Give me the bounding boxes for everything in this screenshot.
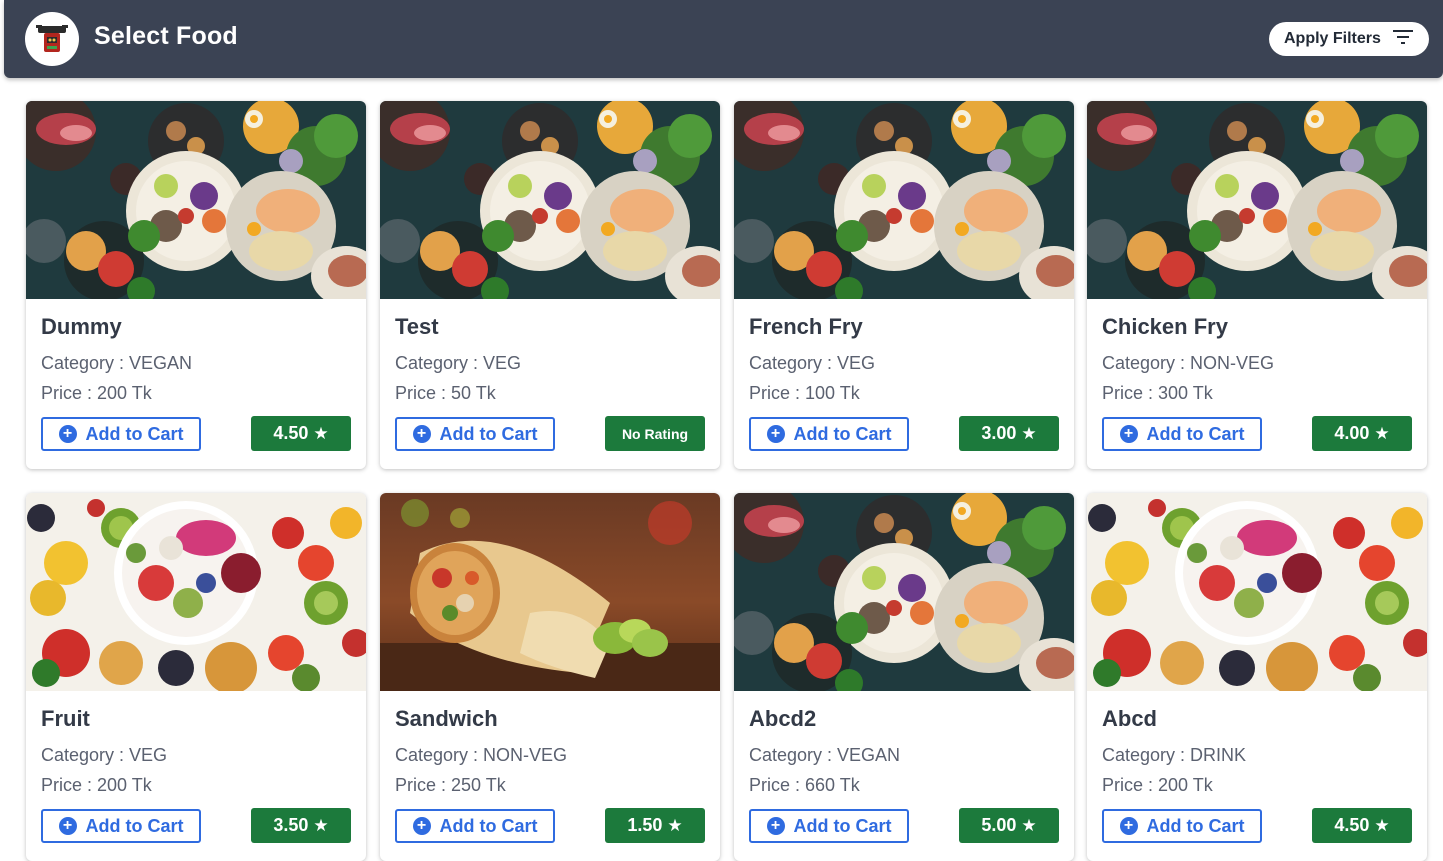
rating-value: 5.00 [981,815,1017,835]
rating-badge: 1.50 ★ [605,808,705,843]
food-name: Sandwich [395,706,498,731]
rating-value: No Rating [621,425,689,442]
add-to-cart-button[interactable]: + Add to Cart [395,417,555,451]
food-category: Category : DRINK [1102,745,1247,765]
add-to-cart-button[interactable]: + Add to Cart [1102,417,1262,451]
rating-badge: 4.50 ★ [1312,808,1412,843]
rating-badge: 4.50 ★ [251,416,351,451]
food-image[interactable] [1087,101,1427,299]
food-price: Price : 300 Tk [1102,383,1213,403]
food-name: Chicken Fry [1102,314,1228,339]
rating-value: 4.50 [273,423,309,443]
food-card[interactable]: Sandwich Category : NON-VEG Price : 250 Tk… [380,493,720,861]
app-bar: Select Food Apply Filters [4,0,1443,78]
food-image[interactable] [380,101,720,299]
star-icon: ★ [1374,815,1390,835]
food-name: Abcd2 [749,706,817,731]
food-image[interactable] [26,101,366,299]
food-card[interactable]: Chicken Fry Category : NON-VEG Price : 300… [1087,101,1427,469]
food-image[interactable] [380,493,720,691]
plus-circle-icon: + [58,425,77,443]
star-icon: ★ [1374,423,1390,443]
food-card[interactable]: Abcd2 Category : VEGAN Price : 660 Tk + Add … [734,493,1074,861]
add-to-cart-button[interactable]: + Add to Cart [749,809,909,843]
filter-icon [1392,29,1413,50]
food-price: Price : 200 Tk [41,775,152,795]
rating-badge: 3.00 ★ [959,416,1059,451]
rating-value: 3.00 [981,423,1017,443]
plus-circle-icon: + [412,425,431,443]
plus-circle-icon: + [58,817,77,835]
food-name: Abcd [1102,706,1157,731]
food-image[interactable] [734,493,1074,691]
food-card[interactable]: French Fry Category : VEG Price : 100 Tk + A… [734,101,1074,469]
add-to-cart-button[interactable]: + Add to Cart [1102,809,1262,843]
rating-value: 4.00 [1334,423,1370,443]
add-to-cart-label: Add to Cart [439,815,538,836]
food-name: French Fry [749,314,863,339]
food-name: Fruit [41,706,90,731]
add-to-cart-button[interactable]: + Add to Cart [41,809,201,843]
food-card[interactable]: Abcd Category : DRINK Price : 200 Tk + Add t… [1087,493,1427,861]
rating-badge: 4.00 ★ [1312,416,1412,451]
apply-filters-button[interactable]: Apply Filters [1269,22,1429,56]
rating-badge: 5.00 ★ [959,808,1059,843]
plus-circle-icon: + [412,817,431,835]
star-icon: ★ [667,815,683,835]
rating-value: 3.50 [273,815,309,835]
food-card[interactable]: Dummy Category : VEGAN Price : 200 Tk + Add … [26,101,366,469]
rating-value: 4.50 [1334,815,1370,835]
plus-circle-icon: + [1119,425,1138,443]
robot-logo-icon[interactable] [25,12,79,66]
food-category: Category : NON-VEG [1102,353,1275,373]
food-category: Category : VEGAN [749,745,901,765]
plus-circle-icon: + [1119,817,1138,835]
star-icon: ★ [1021,815,1037,835]
food-price: Price : 50 Tk [395,383,496,403]
food-price: Price : 200 Tk [41,383,152,403]
food-image[interactable] [26,493,366,691]
page-title: Select Food [94,22,238,50]
food-category: Category : VEG [749,353,876,373]
food-card[interactable]: Test Category : VEG Price : 50 Tk + Add to C… [380,101,720,469]
rating-badge: 3.50 ★ [251,808,351,843]
food-price: Price : 200 Tk [1102,775,1213,795]
star-icon: ★ [313,423,329,443]
food-price: Price : 250 Tk [395,775,506,795]
food-card[interactable]: Fruit Category : VEG Price : 200 Tk + Add to… [26,493,366,861]
food-category: Category : VEGAN [41,353,193,373]
plus-circle-icon: + [766,425,785,443]
add-to-cart-button[interactable]: + Add to Cart [395,809,555,843]
add-to-cart-label: Add to Cart [85,815,184,836]
food-price: Price : 100 Tk [749,383,860,403]
add-to-cart-label: Add to Cart [85,423,184,444]
food-name: Test [395,314,439,339]
apply-filters-label: Apply Filters [1284,30,1381,47]
food-category: Category : NON-VEG [395,745,568,765]
rating-value: 1.50 [627,815,663,835]
food-image[interactable] [1087,493,1427,691]
add-to-cart-label: Add to Cart [439,423,538,444]
food-category: Category : VEG [395,353,522,373]
add-to-cart-button[interactable]: + Add to Cart [41,417,201,451]
add-to-cart-label: Add to Cart [1146,423,1245,444]
food-price: Price : 660 Tk [749,775,860,795]
add-to-cart-button[interactable]: + Add to Cart [749,417,909,451]
plus-circle-icon: + [766,817,785,835]
rating-badge: No Rating [605,416,705,451]
star-icon: ★ [313,815,329,835]
star-icon: ★ [1021,423,1037,443]
add-to-cart-label: Add to Cart [1146,815,1245,836]
food-name: Dummy [41,314,122,339]
food-category: Category : VEG [41,745,168,765]
add-to-cart-label: Add to Cart [793,815,892,836]
food-image[interactable] [734,101,1074,299]
add-to-cart-label: Add to Cart [793,423,892,444]
